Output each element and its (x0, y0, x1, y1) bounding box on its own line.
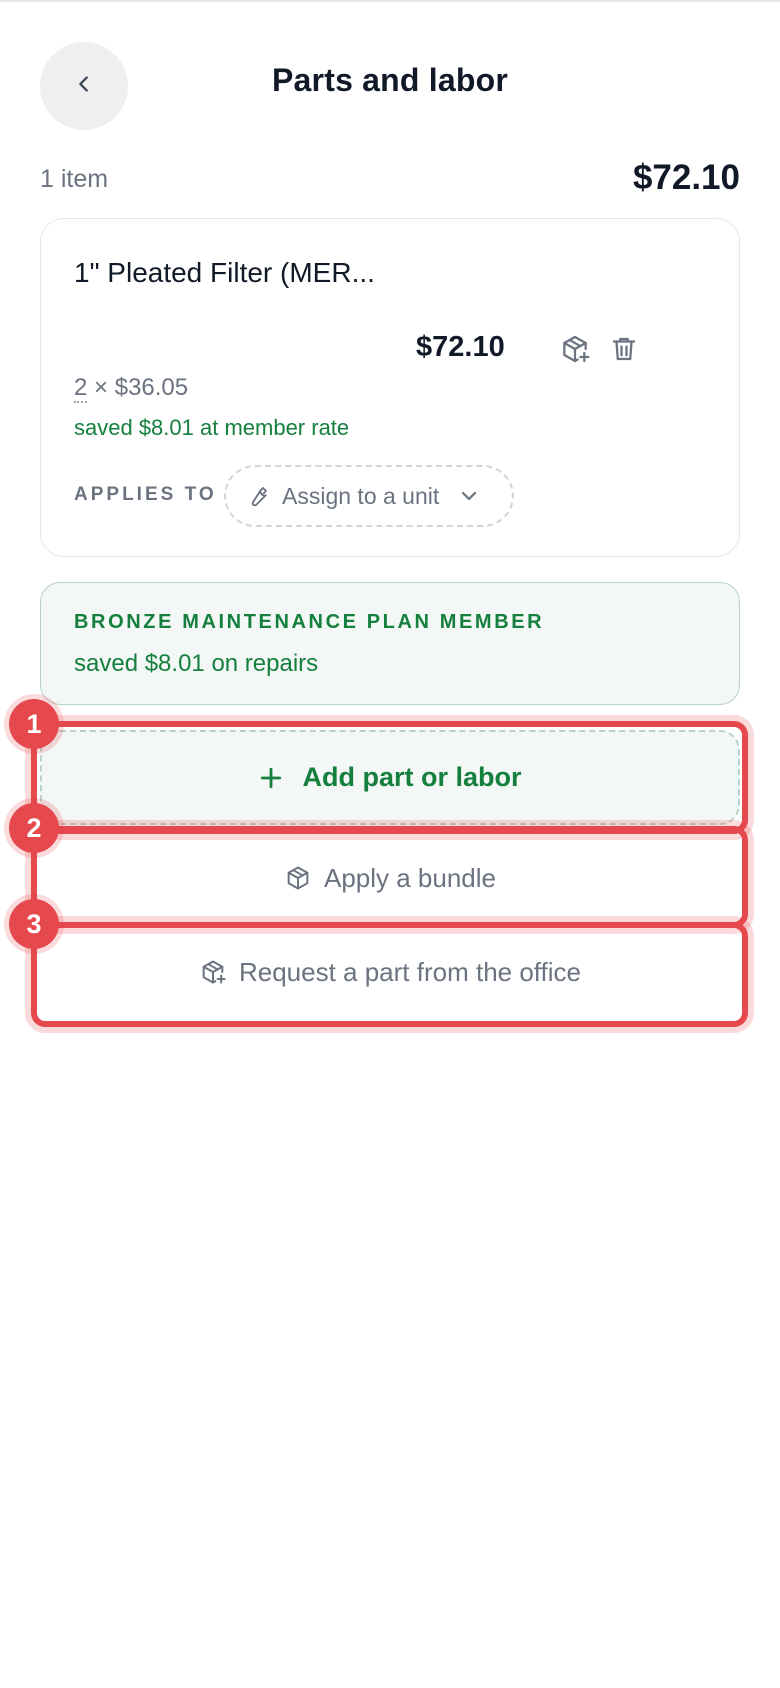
highlight-box-1 (31, 721, 748, 834)
highlight-box-3 (31, 922, 748, 1027)
item-count: 1 item (40, 165, 109, 193)
request-part-button[interactable] (555, 331, 595, 371)
quantity-line: 2 × $36.05 (74, 374, 189, 403)
line-item-card: 1" Pleated Filter (MER... $72.10 2 × $36… (40, 218, 740, 557)
wrench-icon (246, 484, 270, 508)
order-total: $72.10 (632, 158, 740, 197)
applies-to-label: APPLIES TO (74, 484, 217, 505)
member-savings: saved $8.01 at member rate (74, 415, 350, 440)
quantity-value[interactable]: 2 (74, 374, 88, 403)
plan-savings: saved $8.01 on repairs (74, 650, 319, 677)
assign-unit-dropdown[interactable]: Assign to a unit (224, 465, 514, 527)
assign-unit-label: Assign to a unit (282, 482, 440, 509)
package-plus-icon (559, 333, 591, 370)
unit-price: × $36.05 (94, 374, 189, 401)
chevron-down-icon (457, 484, 481, 508)
highlight-box-2 (31, 826, 748, 928)
annotation-badge-1: 1 (9, 699, 59, 749)
top-divider (0, 0, 780, 2)
membership-banner: BRONZE MAINTENANCE PLAN MEMBER saved $8.… (40, 582, 740, 705)
annotation-badge-3: 3 (9, 899, 59, 949)
annotation-badge-2: 2 (9, 803, 59, 853)
item-name[interactable]: 1" Pleated Filter (MER... (74, 257, 375, 289)
page-title: Parts and labor (272, 62, 508, 98)
item-price: $72.10 (416, 331, 505, 363)
plan-title: BRONZE MAINTENANCE PLAN MEMBER (74, 611, 545, 633)
trash-icon (609, 334, 639, 369)
delete-item-button[interactable] (604, 331, 644, 371)
